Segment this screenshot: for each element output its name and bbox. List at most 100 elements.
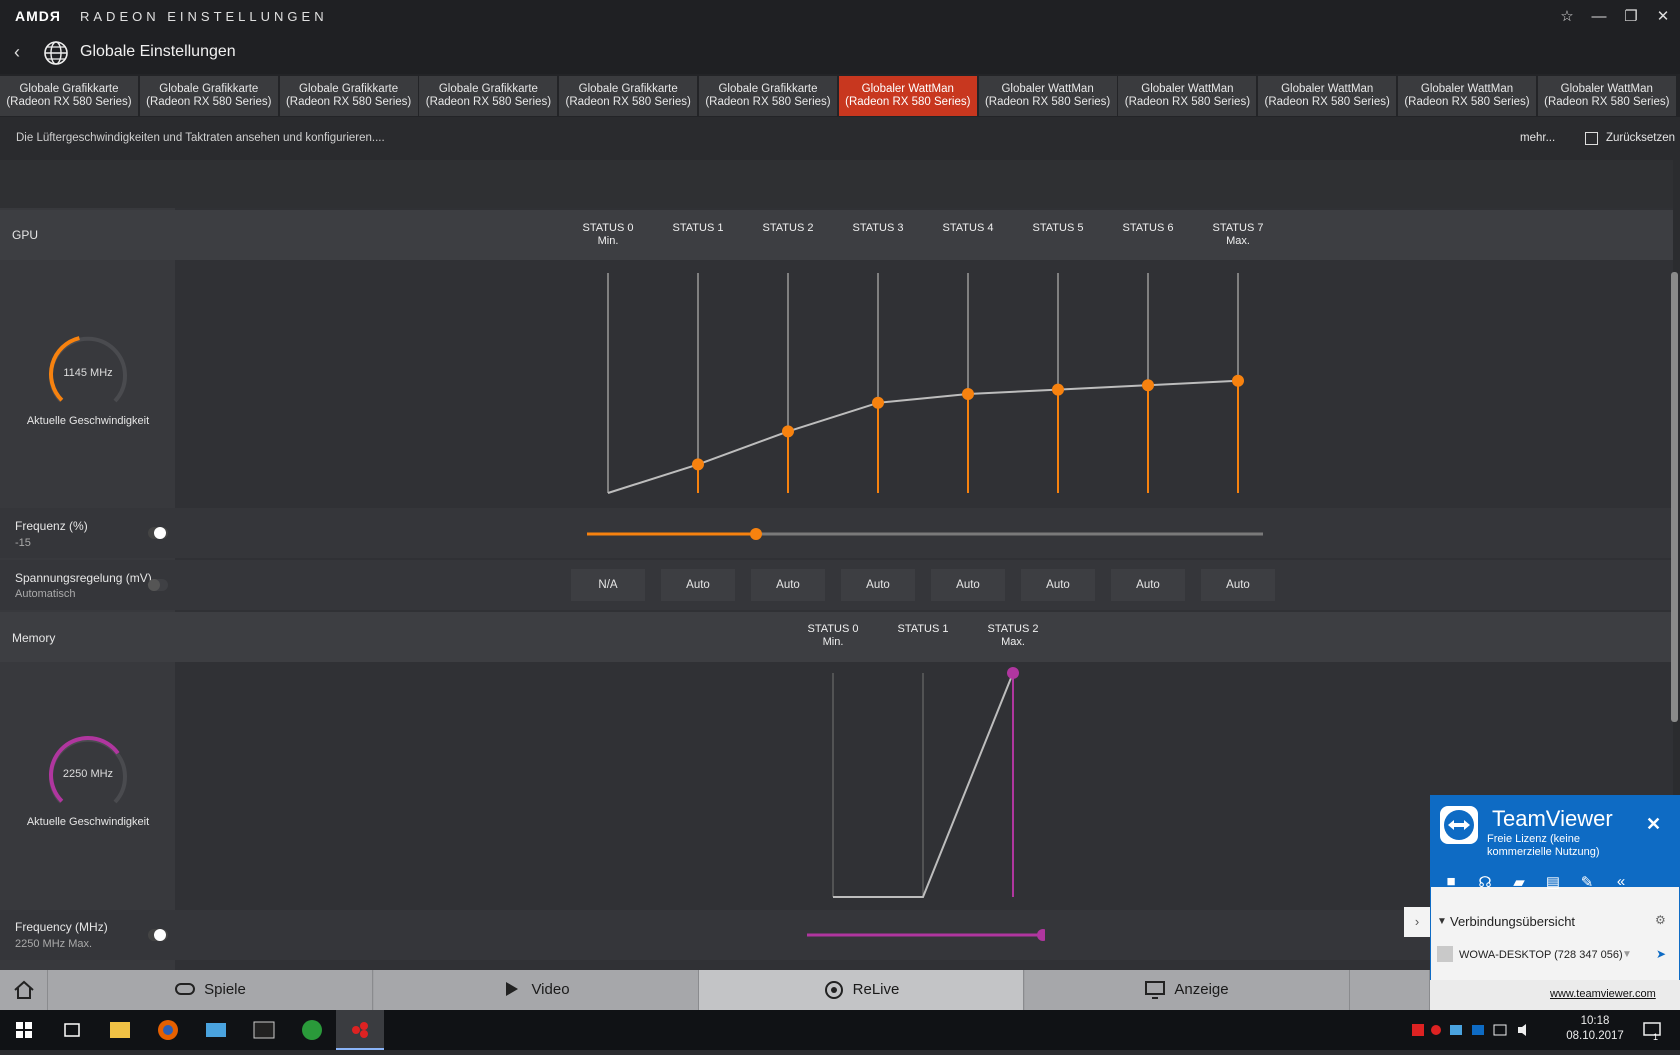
memory-frequency-slider[interactable]	[805, 921, 1045, 949]
gpu-state-point-5[interactable]	[1052, 383, 1064, 396]
action-center-icon[interactable]	[1642, 1020, 1662, 1040]
gpu-state-chart[interactable]	[560, 265, 1260, 500]
system-tray-icons[interactable]	[1410, 1022, 1550, 1038]
clock[interactable]: 10:18 08.10.2017	[1555, 1014, 1635, 1044]
connect-cursor-icon[interactable]: ➤	[1656, 947, 1666, 961]
nav-label: ReLive	[852, 981, 900, 998]
xbox-app-icon[interactable]	[288, 1010, 336, 1050]
tab-3[interactable]: Globale Grafikkarte (Radeon RX 580 Series…	[419, 76, 558, 116]
task-view-icon[interactable]	[48, 1010, 96, 1050]
voltage-button-7[interactable]: Auto	[1201, 569, 1275, 601]
gpu-state-point-2[interactable]	[782, 425, 794, 438]
tab-9[interactable]: Globaler WattMan (Radeon RX 580 Series)	[1258, 76, 1397, 116]
notification-glyph-icon	[1643, 1022, 1661, 1036]
tab-sublabel: (Radeon RX 580 Series)	[425, 96, 552, 108]
gpu-state-point-1[interactable]	[692, 458, 704, 471]
nav-more[interactable]	[1350, 970, 1430, 1010]
tab-7[interactable]: Globaler WattMan (Radeon RX 580 Series)	[978, 76, 1117, 116]
task-view-glyph-icon	[64, 1023, 80, 1037]
tab-sublabel: (Radeon RX 580 Series)	[6, 96, 132, 108]
back-arrow-icon[interactable]: ‹	[8, 40, 26, 64]
notification-count: 1	[1653, 1032, 1659, 1042]
headset-icon[interactable]: ☊	[1474, 873, 1496, 891]
chat-icon[interactable]: ▰	[1508, 873, 1530, 891]
collapse-triangle-icon[interactable]: ▼	[1437, 916, 1447, 927]
peer-dropdown-icon[interactable]: ▼	[1622, 949, 1632, 960]
gpu-status-label-7: STATUS 7 Max.	[1198, 222, 1278, 248]
gpu-state-point-4[interactable]	[962, 388, 974, 400]
nav-relive[interactable]: ReLive	[699, 970, 1024, 1010]
reset-button[interactable]: Zurücksetzen	[1606, 132, 1675, 144]
minimize-button[interactable]: —	[1584, 4, 1614, 30]
memory-state-point-2[interactable]	[1007, 667, 1019, 679]
tab-label: Globaler WattMan	[1141, 83, 1234, 95]
home-button[interactable]	[0, 970, 48, 1010]
pen-icon[interactable]: ✎	[1576, 873, 1598, 891]
voltage-button-2[interactable]: Auto	[751, 569, 825, 601]
tab-5[interactable]: Globale Grafikkarte (Radeon RX 580 Series…	[699, 76, 837, 116]
file-explorer-icon[interactable]	[96, 1010, 144, 1050]
firefox-icon[interactable]	[144, 1010, 192, 1050]
collapse-icon[interactable]: «	[1610, 873, 1632, 890]
voltage-button-1[interactable]: Auto	[661, 569, 735, 601]
radeon-settings-taskbar-icon[interactable]	[336, 1010, 384, 1050]
windows-logo-icon	[16, 1022, 32, 1038]
radeon-glyph-icon	[352, 1022, 368, 1038]
tab-10[interactable]: Globaler WattMan (Radeon RX 580 Series)	[1398, 76, 1536, 116]
memory-slider-handle[interactable]	[1037, 929, 1045, 941]
gpu-gauge-label: Aktuelle Geschwindigkeit	[26, 415, 150, 427]
gpu-slider-handle[interactable]	[750, 528, 762, 540]
nav-video[interactable]: Video	[373, 970, 699, 1010]
nav-anzeige[interactable]: Anzeige	[1024, 970, 1350, 1010]
scrollbar[interactable]	[1671, 272, 1678, 722]
more-link[interactable]: mehr...	[1520, 132, 1555, 144]
gpu-frequency-slider[interactable]	[585, 520, 1265, 548]
settings-gear-icon[interactable]: ⚙	[1655, 913, 1666, 927]
start-windows-icon[interactable]	[0, 1010, 48, 1050]
voltage-button-5[interactable]: Auto	[1021, 569, 1095, 601]
memory-frequency-toggle-knob	[154, 929, 166, 941]
voltage-button-0[interactable]: N/A	[571, 569, 645, 601]
reset-icon[interactable]	[1585, 132, 1598, 145]
teamviewer-close-icon[interactable]: ✕	[1646, 814, 1661, 835]
close-button[interactable]: ✕	[1648, 4, 1678, 30]
tab-label: Globaler WattMan	[1001, 83, 1094, 95]
teamviewer-expand-button[interactable]: ›	[1404, 907, 1430, 937]
video-camera-icon[interactable]: ■	[1440, 873, 1462, 890]
restore-button[interactable]: ❐	[1616, 4, 1646, 30]
amd-logo: AMDЯ	[15, 8, 61, 24]
terminal-icon[interactable]	[240, 1010, 288, 1050]
voltage-button-6[interactable]: Auto	[1111, 569, 1185, 601]
tab-8[interactable]: Globaler WattMan (Radeon RX 580 Series)	[1118, 76, 1257, 116]
control-panel-icon[interactable]	[192, 1010, 240, 1050]
memory-state-chart[interactable]	[780, 665, 1080, 905]
gpu-state-point-3[interactable]	[872, 396, 884, 409]
tab-0[interactable]: Globale Grafikkarte (Radeon RX 580 Series…	[0, 76, 138, 116]
tab-1[interactable]: Globale Grafikkarte (Radeon RX 580 Series…	[139, 76, 278, 116]
teamviewer-link[interactable]: www.teamviewer.com	[1550, 988, 1656, 1000]
home-icon	[13, 980, 34, 999]
teamviewer-peer[interactable]: WOWA-DESKTOP (728 347 056)	[1459, 949, 1623, 961]
tab-6[interactable]: Globaler WattMan (Radeon RX 580 Series)	[838, 76, 977, 116]
file-transfer-icon[interactable]: ▤	[1542, 873, 1564, 891]
nav-spiele[interactable]: Spiele	[48, 970, 373, 1010]
voltage-button-4[interactable]: Auto	[931, 569, 1005, 601]
status-sub: Max.	[1226, 235, 1250, 247]
tab-2[interactable]: Globale Grafikkarte (Radeon RX 580 Series…	[279, 76, 418, 116]
tab-sublabel: (Radeon RX 580 Series)	[984, 96, 1111, 108]
tab-sublabel: (Radeon RX 580 Series)	[1124, 96, 1251, 108]
gpu-state-point-6[interactable]	[1142, 379, 1154, 392]
favorite-star-icon[interactable]: ☆	[1552, 4, 1582, 30]
memory-status-label-1: STATUS 1	[883, 623, 963, 636]
tab-label: Globaler WattMan	[1420, 83, 1514, 95]
gpu-status-label-6: STATUS 6	[1108, 222, 1188, 235]
status-name: STATUS 2	[762, 222, 814, 234]
tab-11[interactable]: Globaler WattMan (Radeon RX 580 Series)	[1537, 76, 1676, 116]
gpu-status-label-3: STATUS 3	[838, 222, 918, 235]
app-title: RADEON EINSTELLUNGEN	[80, 9, 328, 24]
tab-4[interactable]: Globale Grafikkarte (Radeon RX 580 Series…	[559, 76, 698, 116]
voltage-button-3[interactable]: Auto	[841, 569, 915, 601]
gpu-gauge-value: 1145 MHz	[63, 367, 113, 379]
gpu-state-point-7[interactable]	[1232, 374, 1244, 387]
tab-sublabel: (Radeon RX 580 Series)	[1544, 96, 1670, 108]
